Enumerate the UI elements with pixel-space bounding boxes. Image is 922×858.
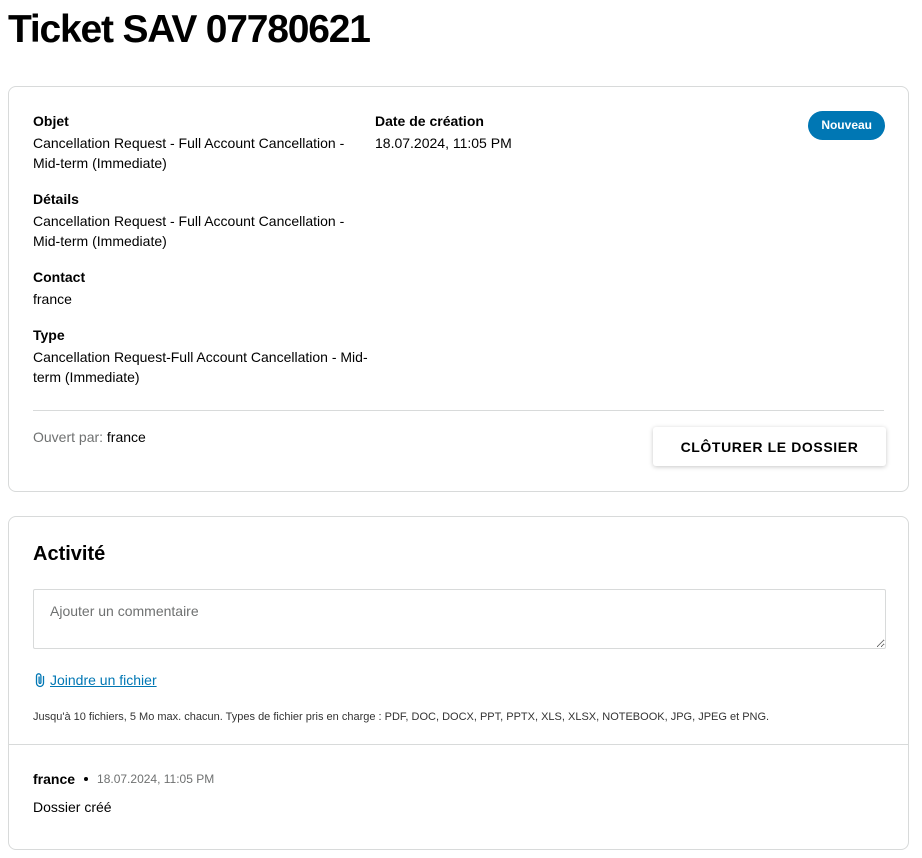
field-type-label: Type bbox=[33, 327, 65, 343]
opened-by: Ouvert par: france bbox=[33, 427, 146, 447]
activity-title: Activité bbox=[33, 543, 106, 565]
field-details: Détails Cancellation Request - Full Acco… bbox=[33, 189, 368, 251]
bullet-separator bbox=[84, 777, 89, 781]
page-title: Ticket SAV 07780621 bbox=[8, 8, 371, 51]
field-contact-label: Contact bbox=[33, 269, 86, 285]
field-type: Type Cancellation Request-Full Account C… bbox=[33, 325, 368, 387]
comment-input[interactable] bbox=[33, 589, 886, 649]
field-objet: Objet Cancellation Request - Full Accoun… bbox=[33, 111, 368, 173]
file-upload-hint: Jusqu'à 10 fichiers, 5 Mo max. chacun. T… bbox=[33, 711, 770, 723]
field-contact: Contact france bbox=[33, 267, 368, 309]
attach-file[interactable]: Joindre un fichier bbox=[34, 670, 157, 690]
ticket-details-card: Objet Cancellation Request - Full Accoun… bbox=[8, 86, 909, 492]
activity-entry-meta: france 18.07.2024, 11:05 PM bbox=[33, 769, 214, 789]
activity-divider bbox=[9, 744, 908, 745]
field-date-creation: Date de création 18.07.2024, 11:05 PM bbox=[375, 111, 675, 153]
field-details-value: Cancellation Request - Full Account Canc… bbox=[33, 213, 345, 249]
activity-card: Activité Joindre un fichier Jusqu'à 10 f… bbox=[8, 516, 909, 850]
opened-by-value: france bbox=[106, 429, 146, 445]
activity-entry-text: Dossier créé bbox=[33, 799, 112, 815]
activity-entry-author: france bbox=[33, 771, 76, 787]
status-badge: Nouveau bbox=[808, 111, 885, 140]
close-ticket-button[interactable]: CLÔTURER LE DOSSIER bbox=[653, 427, 886, 466]
field-type-value: Cancellation Request-Full Account Cancel… bbox=[33, 349, 368, 385]
field-objet-value: Cancellation Request - Full Account Canc… bbox=[33, 135, 345, 171]
field-contact-value: france bbox=[33, 291, 72, 307]
details-divider bbox=[33, 410, 884, 411]
attach-file-link[interactable]: Joindre un fichier bbox=[50, 670, 157, 690]
field-objet-label: Objet bbox=[33, 113, 69, 129]
activity-entry-time: 18.07.2024, 11:05 PM bbox=[97, 772, 215, 786]
paperclip-icon bbox=[34, 672, 46, 688]
field-date-value: 18.07.2024, 11:05 PM bbox=[375, 135, 512, 151]
field-details-label: Détails bbox=[33, 191, 79, 207]
field-date-label: Date de création bbox=[375, 113, 484, 129]
opened-by-label: Ouvert par: bbox=[33, 429, 104, 445]
